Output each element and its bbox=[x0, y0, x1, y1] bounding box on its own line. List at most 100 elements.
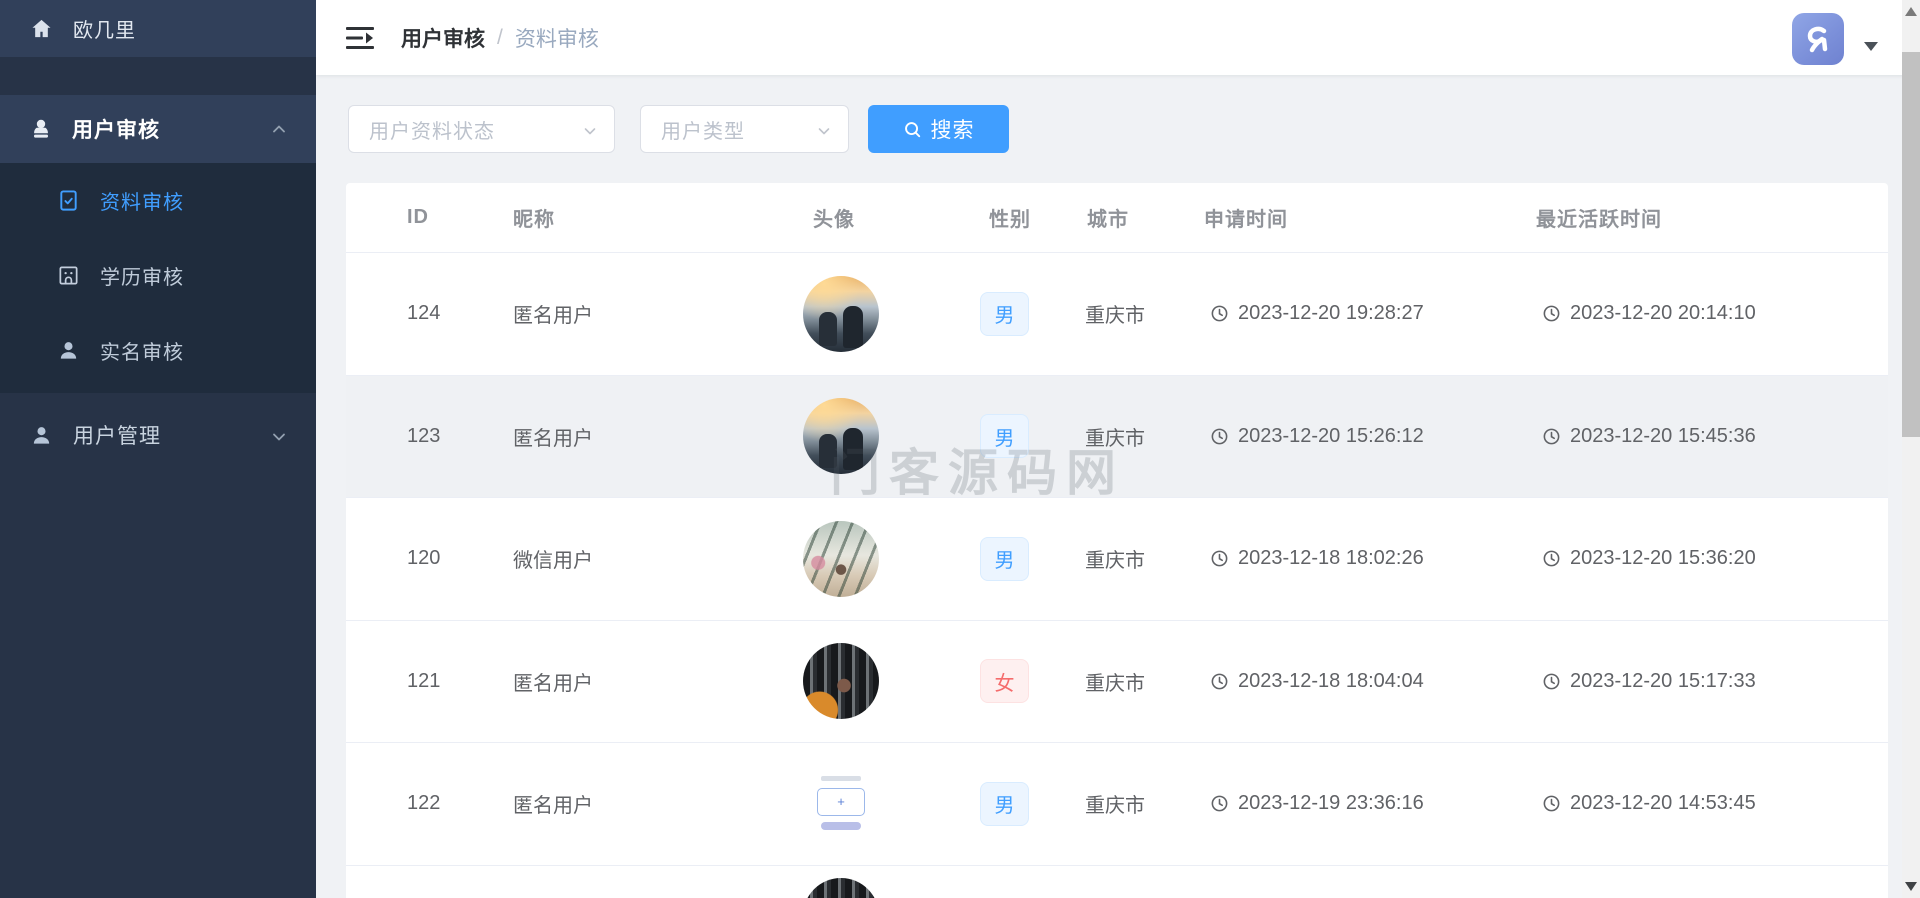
person-icon bbox=[56, 338, 80, 362]
breadcrumb-current: 资料审核 bbox=[515, 23, 599, 53]
table-row[interactable] bbox=[346, 866, 1888, 898]
cell-active-time: 2023-12-20 15:17:33 bbox=[1536, 670, 1888, 693]
breadcrumb-separator: / bbox=[497, 26, 503, 50]
user-avatar bbox=[803, 276, 879, 352]
gender-badge: 男 bbox=[980, 782, 1029, 826]
select-placeholder: 用户类型 bbox=[661, 115, 745, 144]
scroll-up-arrow-icon[interactable] bbox=[1905, 7, 1917, 16]
cell-id: 123 bbox=[346, 425, 513, 448]
column-header-gender: 性别 bbox=[980, 203, 1085, 232]
cell-nickname: 匿名用户 bbox=[513, 299, 803, 328]
clock-icon bbox=[1210, 427, 1229, 446]
cell-city: 重庆市 bbox=[1085, 544, 1204, 573]
cell-nickname: 微信用户 bbox=[513, 544, 803, 573]
cell-apply-time: 2023-12-18 18:04:04 bbox=[1204, 670, 1536, 693]
table-row[interactable]: 124 匿名用户 男 重庆市 2023-12-20 19:28:27 2023-… bbox=[346, 253, 1888, 376]
cell-active-time: 2023-12-20 15:36:20 bbox=[1536, 547, 1888, 570]
chevron-up-icon bbox=[270, 120, 288, 138]
clock-icon bbox=[1542, 304, 1561, 323]
cell-city: 重庆市 bbox=[1085, 422, 1204, 451]
app-title: 欧几里 bbox=[73, 14, 136, 43]
table-row[interactable]: 120 微信用户 男 重庆市 2023-12-18 18:02:26 2023-… bbox=[346, 498, 1888, 621]
cell-apply-time: 2023-12-19 23:36:16 bbox=[1204, 792, 1536, 815]
filter-bar: 用户资料状态 用户类型 搜索 bbox=[316, 75, 1902, 183]
user-profile-status-select[interactable]: 用户资料状态 bbox=[348, 105, 615, 153]
chevron-down-icon bbox=[582, 123, 598, 144]
cell-apply-time: 2023-12-20 15:26:12 bbox=[1204, 425, 1536, 448]
sidebar-item-home[interactable]: 欧几里 bbox=[0, 0, 316, 57]
school-building-icon bbox=[56, 263, 80, 287]
sidebar-item-user-audit[interactable]: 用户审核 bbox=[0, 95, 316, 163]
cell-apply-time: 2023-12-18 18:02:26 bbox=[1204, 547, 1536, 570]
clock-icon bbox=[1542, 549, 1561, 568]
cell-id: 124 bbox=[346, 302, 513, 325]
table-row[interactable]: 123 匿名用户 男 重庆市 2023-12-20 15:26:12 2023-… bbox=[346, 376, 1888, 499]
gender-badge: 女 bbox=[980, 659, 1029, 703]
chevron-down-icon bbox=[270, 428, 288, 446]
search-button-label: 搜索 bbox=[931, 114, 975, 144]
sidebar-item-user-manage[interactable]: 用户管理 bbox=[0, 400, 316, 470]
chevron-down-icon bbox=[816, 123, 832, 144]
cell-id: 122 bbox=[346, 792, 513, 815]
gender-badge: 男 bbox=[980, 537, 1029, 581]
search-icon bbox=[903, 120, 922, 139]
clock-icon bbox=[1210, 794, 1229, 813]
sidebar-item-label: 用户管理 bbox=[73, 420, 161, 450]
table-header-row: ID 昵称 头像 性别 城市 申请时间 最近活跃时间 bbox=[346, 183, 1888, 253]
clock-icon bbox=[1210, 549, 1229, 568]
user-type-select[interactable]: 用户类型 bbox=[640, 105, 849, 153]
sidebar-item-label: 资料审核 bbox=[100, 186, 184, 215]
column-header-avatar: 头像 bbox=[803, 203, 980, 232]
home-icon bbox=[29, 17, 53, 41]
placeholder-text-line bbox=[821, 776, 861, 781]
scrollbar-thumb[interactable] bbox=[1902, 52, 1920, 437]
user-avatar bbox=[803, 521, 879, 597]
table-card: ID 昵称 头像 性别 城市 申请时间 最近活跃时间 124 匿名用户 男 重庆… bbox=[346, 183, 1888, 898]
cell-city: 重庆市 bbox=[1085, 667, 1204, 696]
cell-active-time: 2023-12-20 14:53:45 bbox=[1536, 792, 1888, 815]
search-button[interactable]: 搜索 bbox=[868, 105, 1009, 153]
cell-id: 121 bbox=[346, 670, 513, 693]
person-icon bbox=[29, 423, 53, 447]
user-avatar-broken: + bbox=[803, 766, 879, 842]
user-audit-icon bbox=[29, 117, 53, 141]
cell-city: 重庆市 bbox=[1085, 789, 1204, 818]
top-navbar: 用户审核 / 资料审核 bbox=[316, 0, 1920, 75]
cell-id: 120 bbox=[346, 547, 513, 570]
cell-active-time: 2023-12-20 15:45:36 bbox=[1536, 425, 1888, 448]
scroll-down-arrow-icon[interactable] bbox=[1905, 882, 1917, 891]
clock-icon bbox=[1210, 304, 1229, 323]
column-header-apply-time: 申请时间 bbox=[1204, 203, 1536, 232]
cell-nickname: 匿名用户 bbox=[513, 789, 803, 818]
user-avatar bbox=[803, 398, 879, 474]
select-placeholder: 用户资料状态 bbox=[369, 115, 495, 144]
breadcrumb-parent[interactable]: 用户审核 bbox=[401, 23, 485, 53]
sidebar-item-label: 用户审核 bbox=[72, 114, 160, 144]
vertical-scrollbar[interactable] bbox=[1902, 0, 1920, 898]
document-check-icon bbox=[56, 188, 80, 212]
column-header-id: ID bbox=[346, 206, 513, 229]
cell-nickname: 匿名用户 bbox=[513, 422, 803, 451]
placeholder-button bbox=[821, 822, 861, 830]
sidebar-item-label: 实名审核 bbox=[100, 336, 184, 365]
sidebar: 欧几里 用户审核 bbox=[0, 0, 316, 898]
column-header-active-time: 最近活跃时间 bbox=[1536, 203, 1888, 232]
cell-apply-time: 2023-12-20 19:28:27 bbox=[1204, 302, 1536, 325]
table-row[interactable]: 121 匿名用户 女 重庆市 2023-12-18 18:04:04 2023-… bbox=[346, 621, 1888, 744]
breadcrumb: 用户审核 / 资料审核 bbox=[401, 0, 599, 75]
sidebar-item-education-audit[interactable]: 学历审核 bbox=[0, 238, 316, 312]
clock-icon bbox=[1542, 672, 1561, 691]
cell-city: 重庆市 bbox=[1085, 299, 1204, 328]
clock-icon bbox=[1542, 794, 1561, 813]
column-header-city: 城市 bbox=[1085, 203, 1204, 232]
app-root: 欧几里 用户审核 bbox=[0, 0, 1920, 898]
sidebar-item-realname-audit[interactable]: 实名审核 bbox=[0, 313, 316, 387]
caret-down-icon[interactable] bbox=[1864, 42, 1878, 51]
gender-badge: 男 bbox=[980, 414, 1029, 458]
sidebar-item-label: 学历审核 bbox=[100, 261, 184, 290]
table-row[interactable]: 122 匿名用户 + 男 重庆市 2023-12-19 23:36:16 202… bbox=[346, 743, 1888, 866]
user-avatar-menu[interactable] bbox=[1792, 13, 1844, 65]
sidebar-item-profile-audit[interactable]: 资料审核 bbox=[0, 163, 316, 237]
sidebar-submenu-user-audit: 资料审核 学历审核 bbox=[0, 163, 316, 393]
sidebar-collapse-icon[interactable] bbox=[345, 24, 375, 52]
